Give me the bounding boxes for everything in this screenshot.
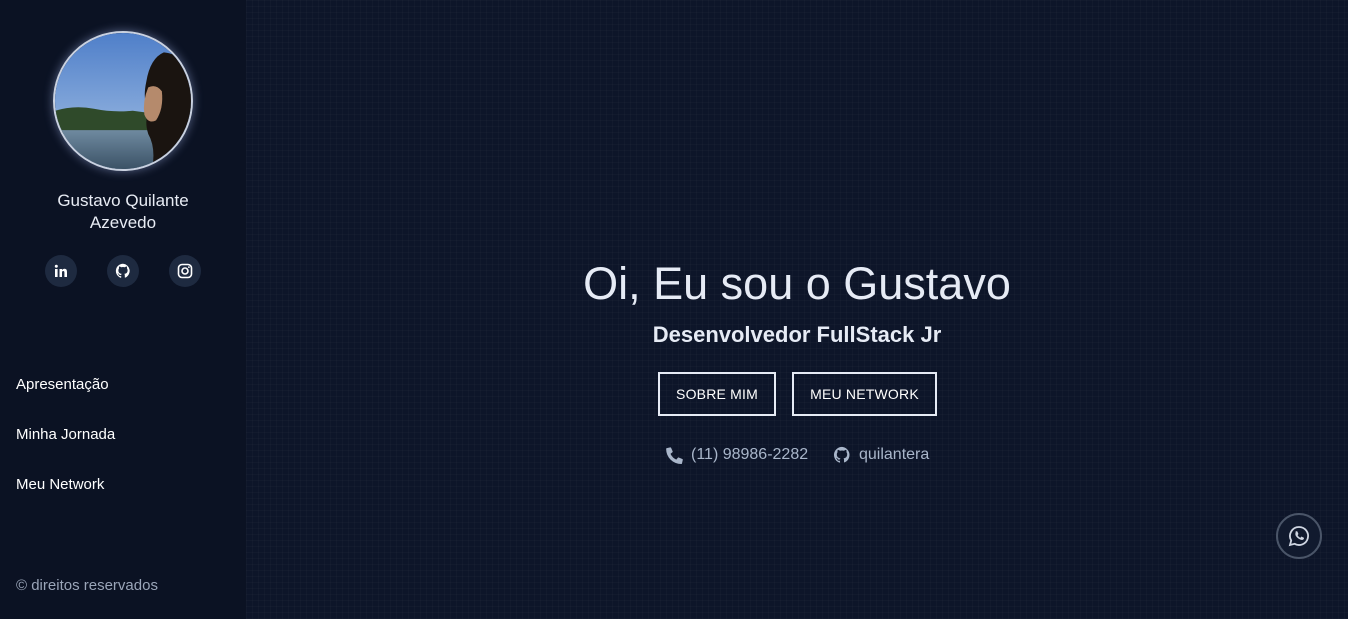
nav-item-meu-network[interactable]: Meu Network xyxy=(16,475,115,525)
linkedin-icon xyxy=(54,264,67,277)
copyright-text: © direitos reservados xyxy=(16,577,158,594)
phone-contact[interactable]: (11) 98986-2282 xyxy=(665,446,808,464)
github-button[interactable] xyxy=(107,255,139,287)
profile-name-line2: Azevedo xyxy=(89,213,157,232)
profile-name-line1: Gustavo Quilante xyxy=(57,191,189,210)
sidebar-nav: Apresentação Minha Jornada Meu Network xyxy=(16,375,115,525)
instagram-button[interactable] xyxy=(169,255,201,287)
meu-network-button[interactable]: MEU NETWORK xyxy=(792,372,937,416)
phone-icon xyxy=(666,447,683,464)
whatsapp-icon xyxy=(1288,526,1309,547)
profile-photo xyxy=(55,33,191,169)
github-contact[interactable]: quilantera xyxy=(833,446,929,464)
contact-info: (11) 98986-2282 quilantera xyxy=(246,446,1348,468)
linkedin-button[interactable] xyxy=(45,255,77,287)
nav-item-minha-jornada[interactable]: Minha Jornada xyxy=(16,425,115,475)
github-username: quilantera xyxy=(859,446,930,463)
main-content: Oi, Eu sou o Gustavo Desenvolvedor FullS… xyxy=(246,0,1348,619)
profile-name: Gustavo Quilante Azevedo xyxy=(0,190,246,234)
hero-title: Oi, Eu sou o Gustavo xyxy=(583,258,1011,309)
instagram-icon xyxy=(177,263,193,279)
hero-buttons: SOBRE MIM MEU NETWORK xyxy=(246,372,1348,416)
sobre-mim-button[interactable]: SOBRE MIM xyxy=(658,372,776,416)
whatsapp-button[interactable] xyxy=(1276,513,1322,559)
social-links xyxy=(0,255,246,289)
phone-number: (11) 98986-2282 xyxy=(691,446,809,463)
sidebar: Gustavo Quilante Azevedo Apresentação Mi… xyxy=(0,0,246,619)
profile-avatar xyxy=(53,31,193,171)
github-icon xyxy=(833,446,850,463)
nav-item-apresentacao[interactable]: Apresentação xyxy=(16,375,115,425)
hero-subtitle: Desenvolvedor FullStack Jr xyxy=(652,322,942,347)
github-icon xyxy=(115,263,130,278)
